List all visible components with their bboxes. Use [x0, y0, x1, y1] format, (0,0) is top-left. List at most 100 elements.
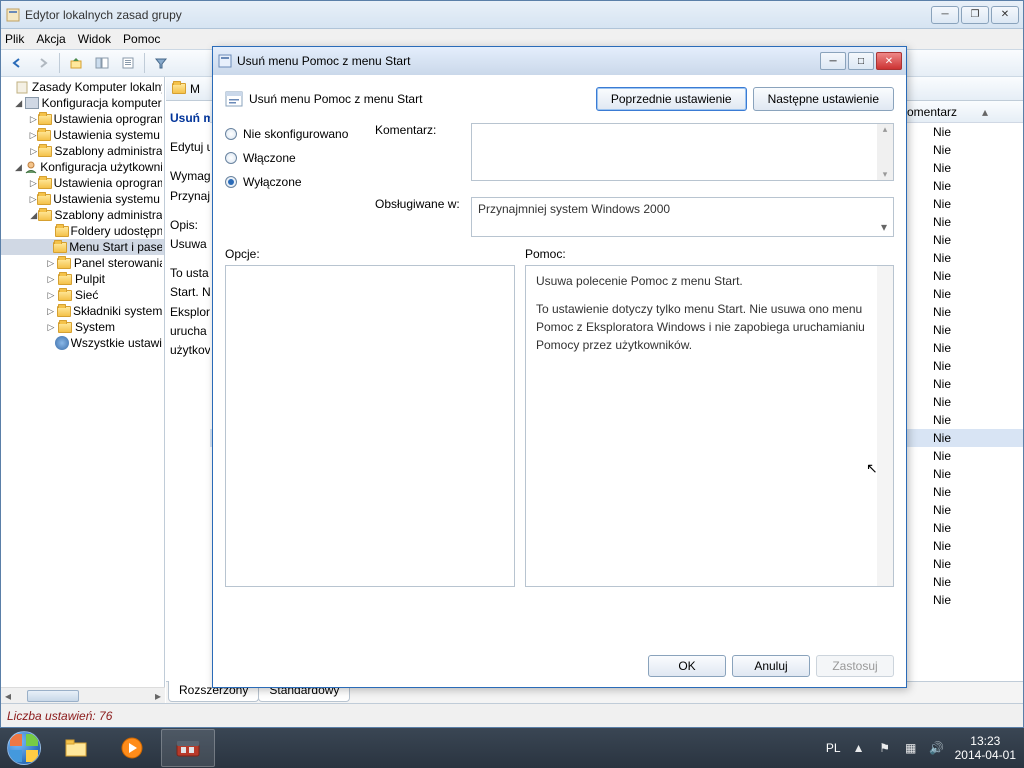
- chevron-right-icon[interactable]: ▷: [45, 322, 57, 333]
- state-radio-group: Nie skonfigurowano Włączone Wyłączone: [225, 123, 373, 193]
- tree-item[interactable]: ▷Składniki systemu: [1, 303, 164, 319]
- menu-file[interactable]: Plik: [5, 32, 24, 46]
- radio-enabled[interactable]: Włączone: [225, 151, 373, 165]
- minimize-button[interactable]: ─: [931, 6, 959, 24]
- column-comment[interactable]: omentarz: [907, 105, 977, 119]
- tree-root[interactable]: Zasady Komputer lokalny: [1, 79, 164, 95]
- dialog-titlebar[interactable]: Usuń menu Pomoc z menu Start ─ □ ✕: [213, 47, 906, 75]
- scrollbar[interactable]: [877, 266, 893, 586]
- menu-help[interactable]: Pomoc: [123, 32, 160, 46]
- folder-icon: [37, 191, 51, 207]
- chevron-down-icon[interactable]: ◢: [13, 162, 24, 173]
- tree-item[interactable]: ▷Ustawienia oprogramowania: [1, 175, 164, 191]
- scroll-right-icon[interactable]: ▸: [151, 689, 165, 703]
- tree-admin-templates[interactable]: ◢Szablony administracyjne: [1, 207, 164, 223]
- tree-computer-config[interactable]: ◢ Konfiguracja komputera: [1, 95, 164, 111]
- dialog-minimize-button[interactable]: ─: [820, 52, 846, 70]
- chevron-right-icon[interactable]: ▷: [45, 258, 57, 269]
- chevron-down-icon[interactable]: ◢: [29, 210, 38, 221]
- tree-item[interactable]: ▷System: [1, 319, 164, 335]
- tree-start-menu[interactable]: Menu Start i pasek zadań: [1, 239, 164, 255]
- chevron-right-icon[interactable]: ▷: [45, 306, 56, 317]
- tree-user-config[interactable]: ◢ Konfiguracja użytkownika: [1, 159, 164, 175]
- start-button[interactable]: [0, 728, 48, 768]
- tree-item[interactable]: ▷Szablony administracyjne: [1, 143, 164, 159]
- properties-button[interactable]: [116, 52, 140, 74]
- scroll-up-icon[interactable]: ▴: [977, 105, 993, 119]
- apply-button[interactable]: Zastosuj: [816, 655, 894, 677]
- tree-item[interactable]: ▷Ustawienia oprogramowania: [1, 111, 164, 127]
- chevron-right-icon[interactable]: ▷: [29, 114, 38, 125]
- previous-setting-button[interactable]: Poprzednie ustawienie: [596, 87, 747, 111]
- chevron-right-icon[interactable]: ▷: [29, 146, 38, 157]
- chevron-right-icon[interactable]: ▷: [45, 274, 57, 285]
- scrollbar[interactable]: ▴▾: [877, 124, 893, 180]
- tray-action-center-icon[interactable]: ⚑: [877, 740, 893, 756]
- ok-button[interactable]: OK: [648, 655, 726, 677]
- dialog-close-button[interactable]: ✕: [876, 52, 902, 70]
- radio-disabled[interactable]: Wyłączone: [225, 175, 373, 189]
- tree-item[interactable]: ▷Ustawienia systemu Windows: [1, 127, 164, 143]
- tray-volume-icon[interactable]: 🔊: [929, 740, 945, 756]
- taskbar[interactable]: PL ▲ ⚑ ▦ 🔊 13:23 2014-04-01: [0, 728, 1024, 768]
- user-icon: [24, 159, 38, 175]
- setting-title: Usuń m: [170, 109, 206, 128]
- forward-button[interactable]: [31, 52, 55, 74]
- dialog-maximize-button[interactable]: □: [848, 52, 874, 70]
- main-title: Edytor lokalnych zasad grupy: [25, 8, 931, 22]
- tree-item[interactable]: Foldery udostępnione: [1, 223, 164, 239]
- tray-network-icon[interactable]: ▦: [903, 740, 919, 756]
- tree-item[interactable]: Wszystkie ustawienia: [1, 335, 164, 351]
- requirements-label: Wymag: [170, 167, 206, 186]
- system-tray[interactable]: PL ▲ ⚑ ▦ 🔊 13:23 2014-04-01: [818, 734, 1024, 763]
- folder-icon: [37, 127, 51, 143]
- radio-icon: [225, 152, 237, 164]
- radio-icon: [225, 176, 237, 188]
- menu-view[interactable]: Widok: [78, 32, 111, 46]
- folder-icon: [38, 143, 52, 159]
- tray-flag-icon[interactable]: ▲: [851, 740, 867, 756]
- tree-item[interactable]: ▷Pulpit: [1, 271, 164, 287]
- taskbar-mediaplayer[interactable]: [105, 729, 159, 767]
- mmc-icon: [5, 7, 21, 23]
- tree-hscrollbar[interactable]: ◂ ▸: [1, 687, 165, 703]
- cancel-button[interactable]: Anuluj: [732, 655, 810, 677]
- tray-clock[interactable]: 13:23 2014-04-01: [955, 734, 1016, 763]
- help-pane[interactable]: Usuwa polecenie Pomoc z menu Start. To u…: [525, 265, 894, 587]
- close-button[interactable]: ✕: [991, 6, 1019, 24]
- status-text: Liczba ustawień: 76: [7, 709, 112, 723]
- comment-textarea[interactable]: ▴▾: [471, 123, 894, 181]
- language-indicator[interactable]: PL: [826, 741, 841, 755]
- scroll-left-icon[interactable]: ◂: [1, 689, 15, 703]
- show-hide-tree-button[interactable]: [90, 52, 114, 74]
- statusbar: Liczba ustawień: 76: [1, 703, 1023, 727]
- folder-icon: [38, 111, 52, 127]
- chevron-right-icon[interactable]: ▷: [29, 194, 37, 205]
- supported-field[interactable]: Przynajmniej system Windows 2000 ▾: [471, 197, 894, 237]
- folder-icon: [38, 175, 52, 191]
- tree-item[interactable]: ▷Sieć: [1, 287, 164, 303]
- chevron-right-icon[interactable]: ▷: [45, 290, 57, 301]
- chevron-right-icon[interactable]: ▷: [29, 178, 38, 189]
- options-pane[interactable]: [225, 265, 515, 587]
- up-button[interactable]: [64, 52, 88, 74]
- tree-pane[interactable]: Zasady Komputer lokalny ◢ Konfiguracja k…: [1, 77, 165, 703]
- taskbar-app-active[interactable]: [161, 729, 215, 767]
- options-label: Opcje:: [225, 247, 525, 261]
- folder-icon: [57, 255, 72, 271]
- tree-item[interactable]: ▷Panel sterowania: [1, 255, 164, 271]
- menu-action[interactable]: Akcja: [36, 32, 65, 46]
- radio-not-configured[interactable]: Nie skonfigurowano: [225, 127, 373, 141]
- filter-button[interactable]: [149, 52, 173, 74]
- tree-item[interactable]: ▷Ustawienia systemu Windows: [1, 191, 164, 207]
- chevron-right-icon[interactable]: ▷: [29, 130, 37, 141]
- folder-icon: [172, 83, 186, 94]
- chevron-down-icon[interactable]: ◢: [13, 98, 24, 109]
- taskbar-explorer[interactable]: [49, 729, 103, 767]
- scrollbar-thumb[interactable]: [27, 690, 79, 702]
- main-titlebar[interactable]: Edytor lokalnych zasad grupy ─ ❐ ✕: [1, 1, 1023, 29]
- next-setting-button[interactable]: Następne ustawienie: [753, 87, 894, 111]
- settings-icon: [55, 335, 69, 351]
- back-button[interactable]: [5, 52, 29, 74]
- maximize-button[interactable]: ❐: [961, 6, 989, 24]
